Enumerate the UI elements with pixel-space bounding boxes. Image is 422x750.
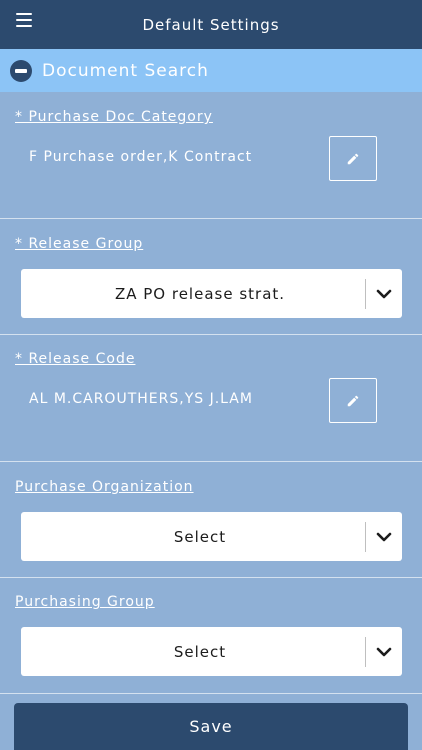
release-group-field: * Release Group ZA PO release strat. [0,219,422,335]
purchasing-group-label: Purchasing Group [15,594,155,610]
save-button[interactable]: Save [14,703,408,750]
pencil-icon [347,395,359,406]
release-code-field: * Release Code AL M.CAROUTHERS,YS J.LAM [0,335,422,462]
page-title: Default Settings [142,15,280,34]
purchase-organization-label: Purchase Organization [15,479,194,495]
purchase-doc-category-edit-button[interactable] [329,136,377,181]
chevron-down-icon [376,647,392,656]
purchase-organization-selected-value: Select [173,527,227,546]
release-code-edit-button[interactable] [329,378,377,423]
purchase-organization-field: Purchase Organization Select [0,462,422,578]
chevron-down-icon [376,532,392,541]
purchasing-group-select[interactable]: Select [21,627,402,676]
minus-circle-icon[interactable] [10,59,32,82]
document-search-section-header[interactable]: Document Search [0,49,422,92]
release-group-label: * Release Group [15,236,144,252]
release-code-label: * Release Code [15,351,136,367]
release-code-value: AL M.CAROUTHERS,YS J.LAM [29,391,253,407]
purchase-doc-category-field: * Purchase Doc Category F Purchase order… [0,92,422,219]
purchasing-group-field: Purchasing Group Select [0,578,422,694]
hamburger-menu-icon[interactable] [16,13,32,27]
release-group-selected-value: ZA PO release strat. [114,284,286,303]
chevron-down-icon [376,289,392,298]
purchase-doc-category-value: F Purchase order,K Contract [29,149,253,165]
purchasing-group-selected-value: Select [173,642,227,661]
pencil-icon [347,153,359,164]
purchase-organization-select[interactable]: Select [21,512,402,561]
purchase-doc-category-label: * Purchase Doc Category [15,109,213,125]
app-header: Default Settings [0,0,422,49]
section-title: Document Search [42,60,209,81]
release-group-select[interactable]: ZA PO release strat. [21,269,402,318]
